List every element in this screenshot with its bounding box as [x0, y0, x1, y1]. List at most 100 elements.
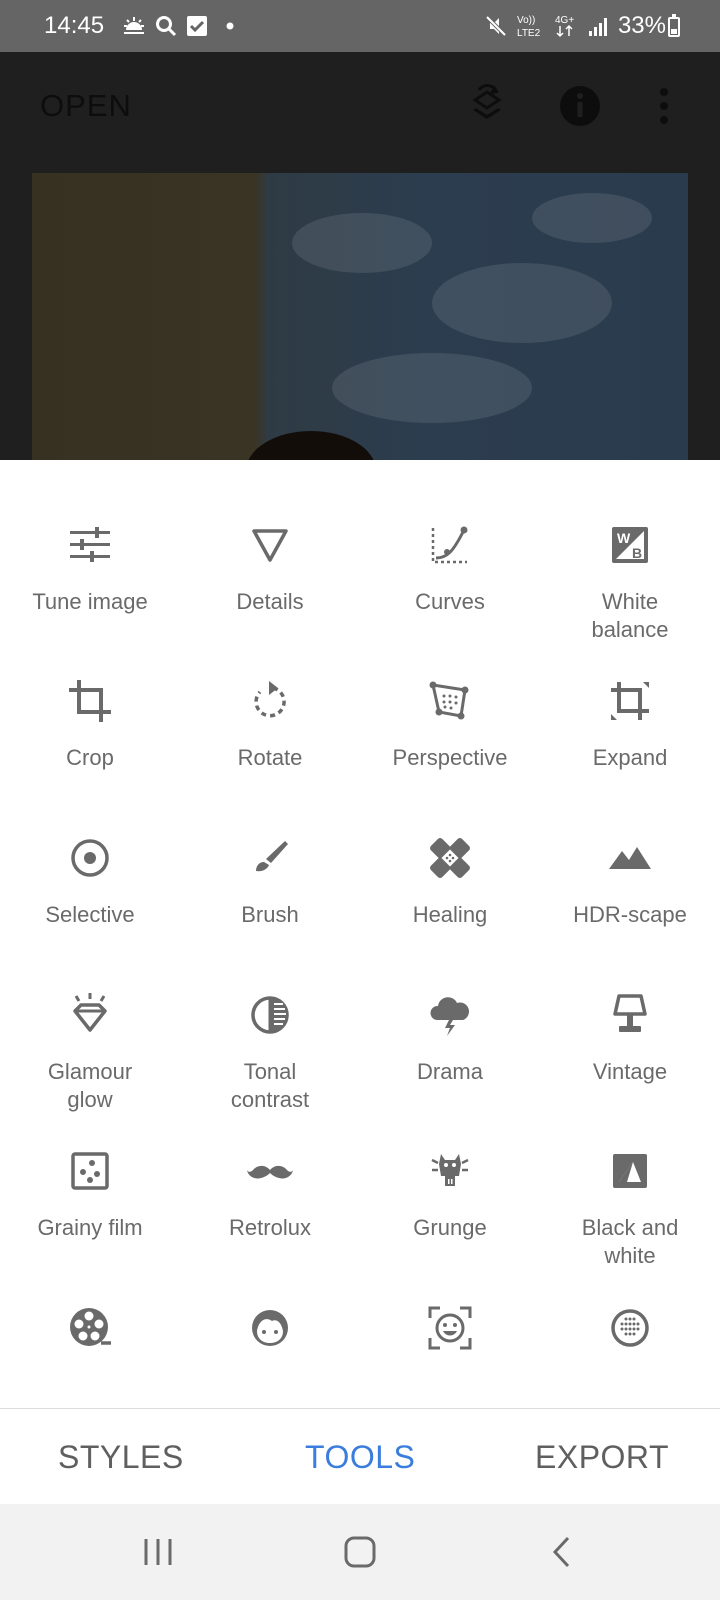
battery-icon [668, 14, 680, 37]
tool-rotate[interactable]: Rotate [180, 678, 360, 772]
tool-label: Rotate [237, 745, 303, 770]
grunge-icon [431, 1154, 469, 1186]
tool-healing[interactable]: Healing [360, 835, 540, 929]
tool-label: Retrolux [229, 1215, 311, 1240]
tool-label: Drama [416, 1059, 483, 1084]
tools-panel: Tune image Details Curves W B White bala… [0, 460, 720, 1408]
tool-face-detect[interactable] [360, 1305, 540, 1371]
perspective-icon [429, 681, 469, 720]
face-detect-icon [428, 1306, 472, 1350]
tool-label: Brush [241, 902, 299, 927]
svg-text:4G+: 4G+ [555, 15, 574, 26]
status-bar: 14:45 Vo)) LTE2 4G+ 33% [0, 0, 720, 52]
home-icon[interactable] [342, 1534, 378, 1570]
crop-icon [69, 680, 111, 722]
info-icon[interactable] [556, 82, 604, 130]
tool-film-reel[interactable] [0, 1305, 180, 1371]
healing-icon [430, 838, 470, 878]
svg-text:LTE2: LTE2 [517, 28, 541, 39]
tool-crop[interactable]: Crop [0, 678, 180, 772]
lamp-icon [613, 994, 647, 1032]
tool-drama[interactable]: Drama [360, 992, 540, 1086]
tool-label: Expand [592, 745, 668, 770]
status-right-icons: Vo)) LTE2 4G+ 33% [484, 12, 666, 40]
top-bar: OPEN [0, 52, 720, 170]
open-button[interactable]: OPEN [40, 88, 132, 124]
battery-fill [671, 28, 677, 34]
tab-tools[interactable]: TOOLS [305, 1439, 415, 1476]
checkbox-icon [187, 16, 207, 36]
bottom-tab-bar: STYLES TOOLS EXPORT [0, 1408, 720, 1505]
tool-label: Healing [412, 902, 488, 927]
tool-perspective[interactable]: Perspective [360, 678, 540, 772]
tool-retrolux[interactable]: Retrolux [180, 1148, 360, 1242]
subject-head [246, 431, 376, 460]
tool-label: Black and white [581, 1215, 679, 1268]
mountains-icon [609, 847, 651, 869]
photo-image [32, 173, 688, 460]
tool-label: Grainy film [37, 1215, 143, 1240]
mute-icon [485, 15, 507, 37]
face-icon [252, 1310, 288, 1346]
tool-white-balance[interactable]: W B White balance [540, 522, 720, 644]
weather-sunrise-icon [124, 17, 144, 34]
tool-label: White balance [591, 589, 669, 642]
tool-glamour-glow[interactable]: Glamour glow [0, 992, 180, 1114]
system-nav-bar [0, 1504, 720, 1600]
signal-icon [588, 18, 607, 36]
tonal-contrast-icon [251, 996, 289, 1034]
search-icon [156, 16, 177, 37]
tab-export[interactable]: EXPORT [535, 1439, 669, 1476]
tool-label: Vintage [592, 1059, 668, 1084]
tool-grainy-film[interactable]: Grainy film [0, 1148, 180, 1242]
tool-brush[interactable]: Brush [180, 835, 360, 929]
volte-label: Vo)) [517, 15, 535, 26]
tune-icon [70, 527, 110, 562]
tool-selective[interactable]: Selective [0, 835, 180, 929]
wb-letter-w: W [617, 530, 631, 546]
tool-label: HDR-scape [573, 902, 687, 927]
tool-hdr-scape[interactable]: HDR-scape [540, 835, 720, 929]
back-icon[interactable] [545, 1534, 581, 1570]
recents-icon[interactable] [140, 1534, 176, 1570]
mustache-icon [247, 1165, 293, 1179]
details-triangle-icon [252, 529, 288, 562]
lens-blur-icon [611, 1309, 649, 1347]
tool-tonal-contrast[interactable]: Tonal contrast [180, 992, 360, 1114]
tool-curves[interactable]: Curves [360, 522, 540, 616]
tool-label: Tonal contrast [230, 1059, 310, 1112]
tool-label: Curves [415, 589, 485, 614]
tool-label: Perspective [392, 745, 508, 770]
tool-label: Tune image [32, 589, 148, 614]
tool-grunge[interactable]: Grunge [360, 1148, 540, 1242]
dot-icon [226, 22, 234, 30]
tab-styles[interactable]: STYLES [58, 1439, 184, 1476]
tool-lens-blur[interactable] [540, 1305, 720, 1371]
battery-percent: 33% [617, 12, 666, 39]
tool-face[interactable] [180, 1305, 360, 1371]
more-vert-icon[interactable] [640, 82, 688, 130]
photo-preview [0, 170, 720, 460]
expand-icon [611, 682, 649, 720]
tool-vintage[interactable]: Vintage [540, 992, 720, 1086]
film-reel-icon [70, 1308, 111, 1346]
wb-letter-b: B [632, 545, 642, 561]
selective-icon [71, 839, 109, 877]
tool-details[interactable]: Details [180, 522, 360, 616]
tool-expand[interactable]: Expand [540, 678, 720, 772]
4g-icon: 4G+ [555, 15, 574, 38]
tool-tune-image[interactable]: Tune image [0, 522, 180, 616]
tool-label: Selective [45, 902, 135, 927]
status-left-icons [122, 14, 238, 38]
white-balance-icon: W B [612, 527, 648, 563]
volte-icon: Vo)) LTE2 [517, 15, 541, 39]
status-time: 14:45 [44, 12, 105, 39]
tool-label: Details [236, 589, 304, 614]
black-white-icon [613, 1154, 647, 1188]
storm-cloud-icon [430, 997, 470, 1036]
tool-label: Grunge [413, 1215, 487, 1240]
curves-icon [431, 526, 468, 564]
brush-icon [256, 841, 288, 872]
layers-undo-icon[interactable] [463, 82, 511, 130]
tool-black-and-white[interactable]: Black and white [540, 1148, 720, 1270]
